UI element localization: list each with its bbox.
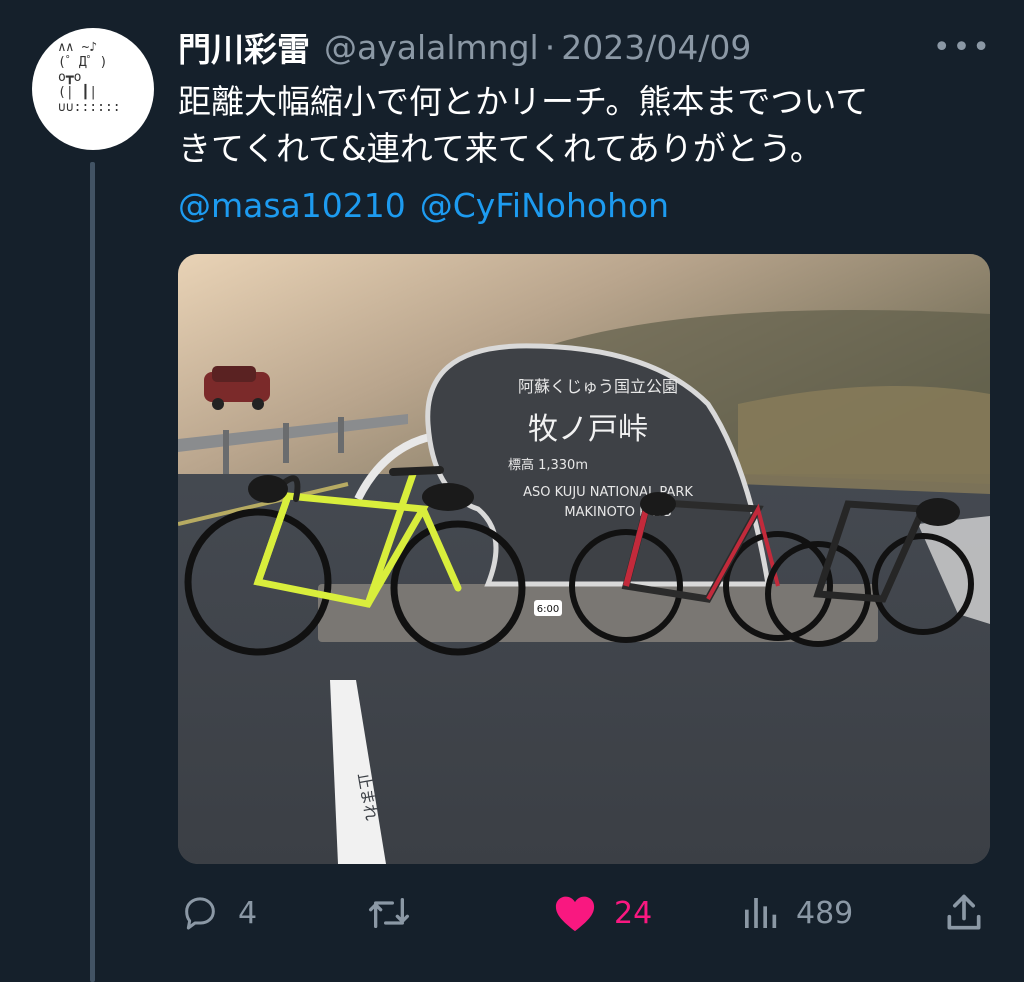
like-button[interactable]: 24 [552,888,652,938]
user-handle[interactable]: @ayalalmngl [324,28,539,67]
tweet-actions: 4 24 489 [178,888,990,938]
mentions: @masa10210 @CyFiNohohon [178,186,683,225]
reply-count: 4 [238,895,258,931]
retweet-icon [369,898,410,928]
mention-link[interactable]: @CyFiNohohon [420,186,669,225]
svg-text:阿蘇くじゅう国立公園: 阿蘇くじゅう国立公園 [518,377,678,396]
thread-line [90,162,95,982]
svg-text:標高 1,330m: 標高 1,330m [508,457,588,473]
mention-link[interactable]: @masa10210 [178,186,406,225]
time-stamp-label: 6:00 [534,600,562,616]
tweet-header: 門川彩雷 @ayalalmngl · 2023/04/09 [178,24,974,70]
reply-button[interactable]: 4 [178,888,257,938]
tweet-text: 距離大幅縮小で何とかリーチ。熊本までついて きてくれて&連れて来てくれてありがと… [178,78,998,172]
dry-grass [738,386,990,494]
avatar[interactable]: ∧∧ ~♪ (゜Д゜) o┳o (| ┃| ∪∪:::::: [32,28,154,150]
like-count: 24 [614,895,653,931]
views-chart-icon [745,898,777,928]
more-options-button[interactable]: ••• [933,30,992,65]
retweet-button[interactable] [364,888,430,938]
header-separator: · [544,27,556,67]
tweet-photo[interactable]: 止まれ 阿蘇くじゅう国立公園 牧ノ戸峠 標高 1,330m ASO KUJU N… [178,254,990,864]
svg-text:牧ノ戸峠: 牧ノ戸峠 [528,412,648,447]
views-button[interactable]: 489 [740,888,853,938]
tweet-date[interactable]: 2023/04/09 [561,28,751,67]
tweet-text-line: 距離大幅縮小で何とかリーチ。熊本までついて [178,82,869,121]
svg-text:6:00: 6:00 [537,604,559,615]
share-icon [947,894,981,930]
views-count: 489 [796,895,854,931]
display-name[interactable]: 門川彩雷 [178,23,310,71]
heart-icon [555,896,595,932]
reply-icon [185,897,215,930]
tweet-text-line: きてくれて&連れて来てくれてありがとう。 [178,129,823,168]
photo-scene: 止まれ 阿蘇くじゅう国立公園 牧ノ戸峠 標高 1,330m ASO KUJU N… [178,254,990,864]
share-button[interactable] [942,888,1002,938]
avatar-ascii-art: ∧∧ ~♪ (゜Д゜) o┳o (| ┃| ∪∪:::::: [58,40,121,115]
